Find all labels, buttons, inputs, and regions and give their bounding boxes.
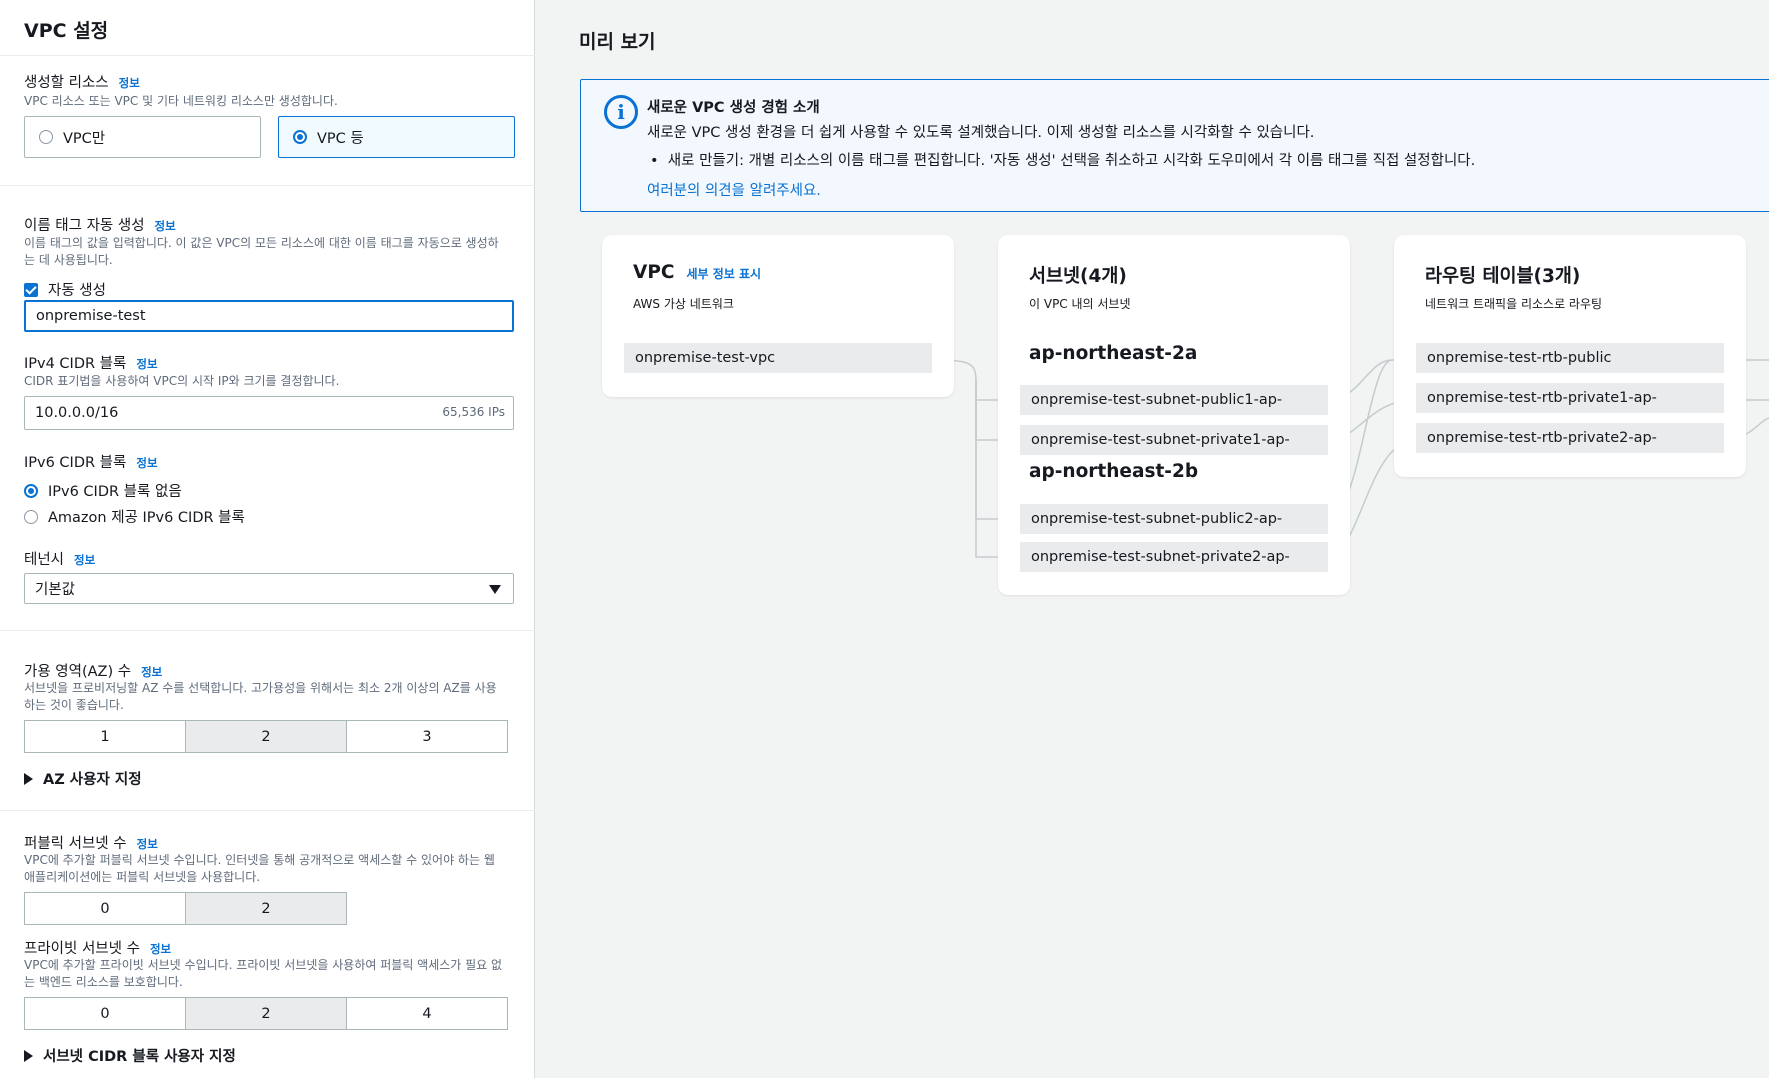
show-details-link[interactable]: 세부 정보 표시 [686, 267, 761, 281]
subnets-card-subtitle: 이 VPC 내의 서브넷 [1029, 297, 1131, 311]
vpc-card-subtitle: AWS 가상 네트워크 [633, 297, 734, 311]
subnet-node-public2[interactable]: onpremise-test-subnet-public2-ap- [1020, 504, 1328, 534]
az-heading-2b: ap-northeast-2b [1029, 461, 1199, 482]
subnets-card: 서브넷(4개) 이 VPC 내의 서브넷 ap-northeast-2a onp… [998, 235, 1350, 595]
subnet-node-private1[interactable]: onpremise-test-subnet-private1-ap- [1020, 425, 1328, 455]
connection-lines [931, 359, 1769, 558]
route-table-node-public[interactable]: onpremise-test-rtb-public [1416, 343, 1724, 373]
subnet-node-public1[interactable]: onpremise-test-subnet-public1-ap- [1020, 385, 1328, 415]
route-table-node-private1[interactable]: onpremise-test-rtb-private1-ap- [1416, 383, 1724, 413]
az-heading-2a: ap-northeast-2a [1029, 343, 1198, 364]
vpc-card-title: VPC 세부 정보 표시 [633, 262, 762, 283]
vpc-node[interactable]: onpremise-test-vpc [624, 343, 932, 373]
route-tables-card: 라우팅 테이블(3개) 네트워크 트래픽을 리소스로 라우팅 onpremise… [1394, 235, 1746, 477]
route-tables-card-title: 라우팅 테이블(3개) [1425, 266, 1581, 287]
subnet-node-private2[interactable]: onpremise-test-subnet-private2-ap- [1020, 542, 1328, 572]
subnets-card-title: 서브넷(4개) [1029, 266, 1127, 287]
route-table-node-private2[interactable]: onpremise-test-rtb-private2-ap- [1416, 423, 1724, 453]
vpc-card: VPC 세부 정보 표시 AWS 가상 네트워크 onpremise-test-v… [602, 235, 954, 397]
route-tables-card-subtitle: 네트워크 트래픽을 리소스로 라우팅 [1425, 297, 1603, 311]
